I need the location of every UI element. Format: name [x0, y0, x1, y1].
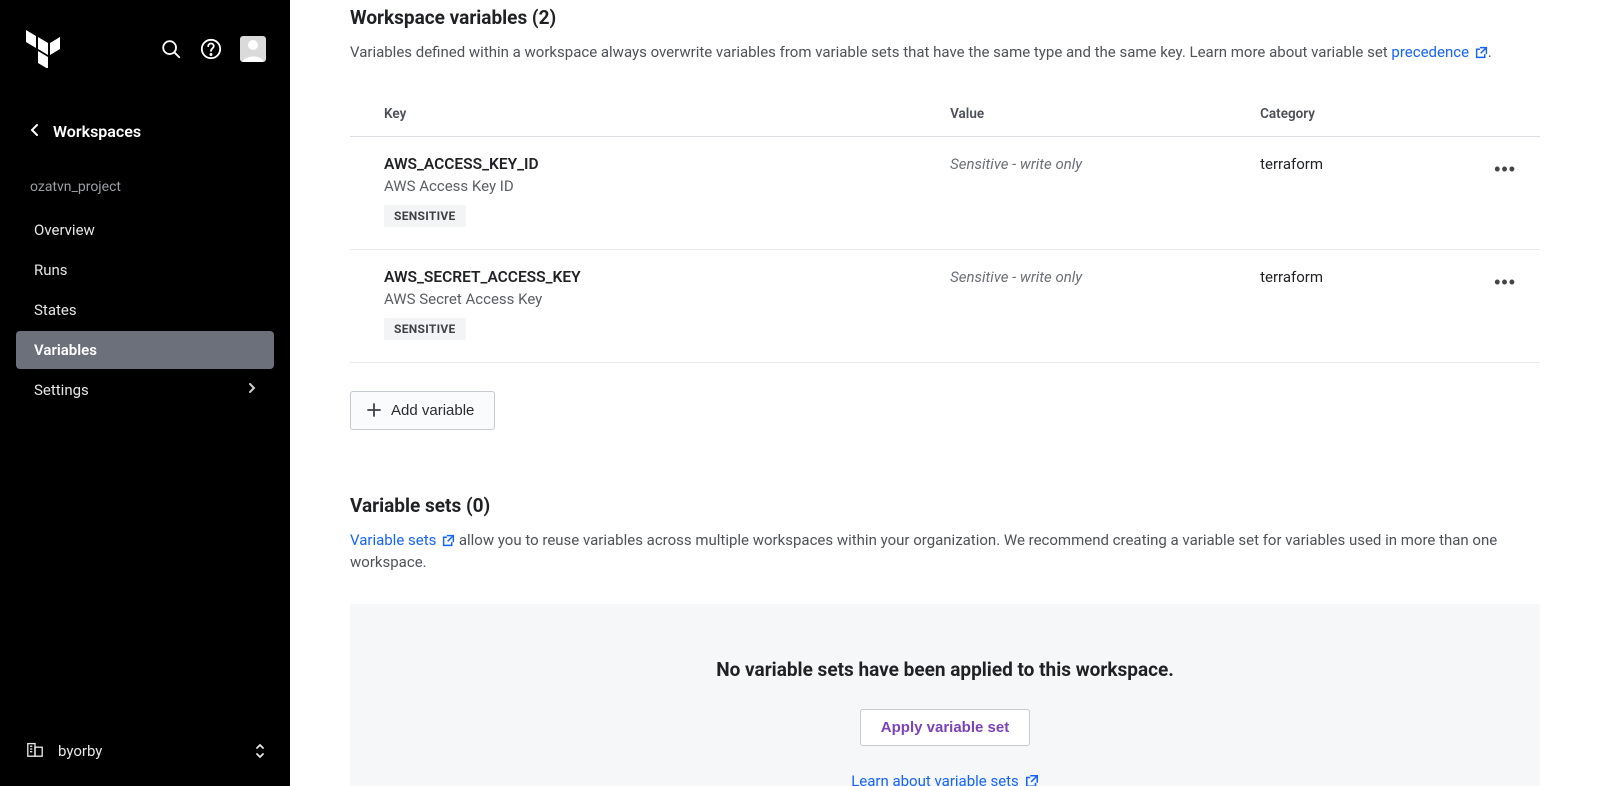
organization-icon: [26, 740, 44, 762]
nav-label: Runs: [34, 261, 68, 279]
main-content: Workspace variables (2) Variables define…: [290, 0, 1600, 786]
variable-description: AWS Secret Access Key: [384, 290, 910, 308]
project-label: ozatvn_project: [0, 159, 290, 205]
variable-row: AWS_SECRET_ACCESS_KEY AWS Secret Access …: [350, 249, 1540, 362]
chevron-right-icon: [248, 382, 256, 398]
sidebar: Workspaces ozatvn_project Overview Runs …: [0, 0, 290, 786]
col-actions: [1470, 92, 1540, 137]
external-link-icon: [1475, 46, 1488, 59]
nav-label: Settings: [34, 381, 89, 399]
variable-sets-link[interactable]: Variable sets: [350, 531, 455, 549]
nav-item-overview[interactable]: Overview: [16, 211, 274, 249]
plus-icon: [367, 403, 381, 417]
variable-description: AWS Access Key ID: [384, 177, 910, 195]
desc-text: Variables defined within a workspace alw…: [350, 43, 1391, 61]
variable-key: AWS_ACCESS_KEY_ID: [384, 155, 910, 173]
variable-sets-desc: Variable sets allow you to reuse variabl…: [350, 529, 1540, 574]
terraform-logo-icon[interactable]: [26, 30, 60, 68]
external-link-icon: [1025, 774, 1039, 786]
nav-item-variables[interactable]: Variables: [16, 331, 274, 369]
sensitive-badge: SENSITIVE: [384, 205, 466, 227]
nav-item-settings[interactable]: Settings: [16, 371, 274, 409]
col-category: Category: [1240, 92, 1470, 137]
nav-label: States: [34, 301, 77, 319]
variable-value: Sensitive - write only: [950, 268, 1082, 286]
nav-item-states[interactable]: States: [16, 291, 274, 329]
sidebar-nav: Overview Runs States Variables Settings: [0, 205, 290, 415]
sidebar-header: [0, 0, 290, 88]
nav-label: Overview: [34, 221, 95, 239]
col-value: Value: [930, 92, 1240, 137]
breadcrumb-workspaces[interactable]: Workspaces: [0, 88, 290, 159]
add-variable-button[interactable]: Add variable: [350, 391, 495, 430]
header-actions: [160, 36, 266, 62]
desc-suffix: .: [1488, 43, 1492, 61]
variable-category: terraform: [1260, 268, 1323, 286]
workspace-variables-desc: Variables defined within a workspace alw…: [350, 41, 1540, 64]
col-key: Key: [350, 92, 930, 137]
user-avatar[interactable]: [240, 36, 266, 62]
help-icon[interactable]: [200, 38, 222, 60]
variable-key: AWS_SECRET_ACCESS_KEY: [384, 268, 910, 286]
up-down-icon: [254, 743, 266, 759]
precedence-link[interactable]: precedence: [1391, 43, 1487, 61]
breadcrumb-label: Workspaces: [53, 122, 141, 141]
org-name: byorby: [58, 742, 102, 760]
nav-item-runs[interactable]: Runs: [16, 251, 274, 289]
workspace-variables-title: Workspace variables (2): [350, 6, 1540, 29]
variable-sets-title: Variable sets (0): [350, 494, 1540, 517]
add-variable-label: Add variable: [391, 402, 474, 419]
variable-row: AWS_ACCESS_KEY_ID AWS Access Key ID SENS…: [350, 136, 1540, 249]
row-actions-menu[interactable]: •••: [1490, 155, 1520, 184]
variable-sets-empty-state: No variable sets have been applied to th…: [350, 604, 1540, 786]
variable-category: terraform: [1260, 155, 1323, 173]
empty-state-title: No variable sets have been applied to th…: [370, 658, 1520, 681]
varsets-desc-text: allow you to reuse variables across mult…: [350, 531, 1497, 572]
nav-label: Variables: [34, 341, 97, 359]
search-icon[interactable]: [160, 38, 182, 60]
learn-variable-sets-link[interactable]: Learn about variable sets: [851, 772, 1039, 786]
sensitive-badge: SENSITIVE: [384, 318, 466, 340]
row-actions-menu[interactable]: •••: [1490, 268, 1520, 297]
variable-sets-section: Variable sets (0) Variable sets allow yo…: [350, 494, 1540, 786]
variable-value: Sensitive - write only: [950, 155, 1082, 173]
apply-variable-set-button[interactable]: Apply variable set: [860, 709, 1030, 746]
external-link-icon: [442, 534, 455, 547]
org-switcher[interactable]: byorby: [0, 724, 290, 786]
variables-table: Key Value Category AWS_ACCESS_KEY_ID AWS…: [350, 92, 1540, 363]
chevron-left-icon: [30, 122, 39, 141]
